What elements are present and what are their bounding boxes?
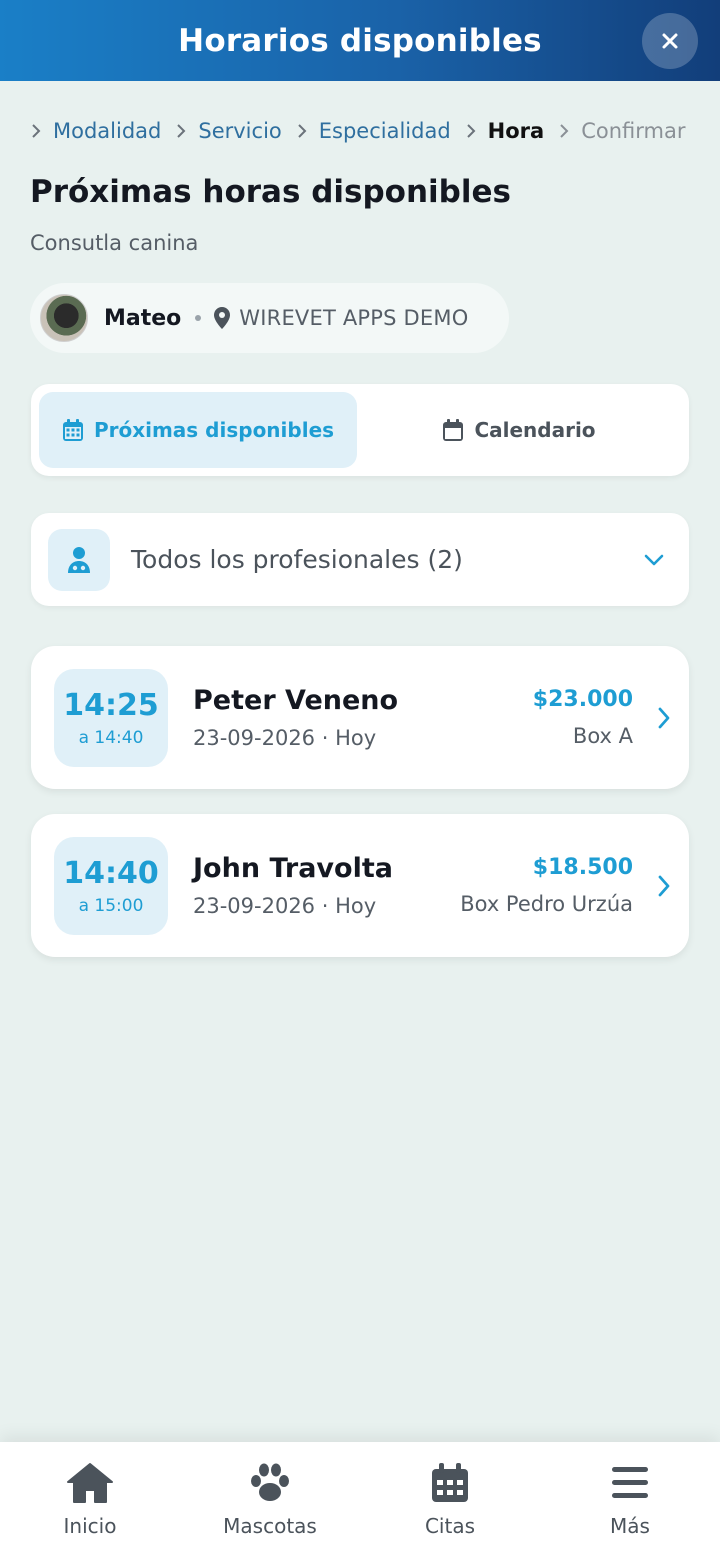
nav-item-citas[interactable]: Citas [360,1442,540,1558]
slot-date: 23-09-2026 · Hoy [193,894,377,918]
page-subtitle: Consutla canina [30,231,199,255]
nav-label: Más [610,1514,650,1538]
slot-professional: John Travolta [193,853,393,884]
breadcrumb-modalidad[interactable]: Modalidad [53,119,161,143]
pet-avatar [40,294,88,342]
clinic-name: WIREVET APPS DEMO [239,306,469,330]
close-icon [662,33,678,49]
slot-time-box: 14:25 a 14:40 [54,668,168,767]
nav-label: Mascotas [223,1514,317,1538]
bottom-navigation: Inicio Mascotas Citas Más [0,1442,720,1558]
nav-label: Citas [424,1514,476,1538]
slot-price: $23.000 [532,687,633,712]
chevron-down-icon [644,554,664,565]
tab-label: Calendario [474,418,596,442]
close-button[interactable] [642,13,698,69]
chevron-right-icon [30,123,53,139]
nav-label: Inicio [63,1514,117,1538]
nav-item-mascotas[interactable]: Mascotas [180,1442,360,1558]
professional-filter-dropdown[interactable]: Todos los profesionales (2) [31,513,689,606]
calendar-icon [432,1463,468,1502]
slot-right: $18.500 Box Pedro Urzúa [460,855,633,916]
calendar-grid-icon [62,419,83,441]
chevron-right-icon [658,707,670,728]
slot-end-time: a 15:00 [78,895,144,916]
page-title: Próximas horas disponibles [30,174,511,210]
nav-item-inicio[interactable]: Inicio [0,1442,180,1558]
slot-end-time: a 14:40 [78,727,144,748]
pet-chip: Mateo WIREVET APPS DEMO [30,283,509,353]
slot-start-time: 14:40 [63,855,159,891]
chevron-right-icon [658,875,670,896]
pet-name: Mateo [104,305,182,331]
breadcrumb-servicio[interactable]: Servicio [198,119,281,143]
home-icon [67,1463,113,1503]
slot-time-box: 14:40 a 15:00 [54,836,168,935]
header-title: Horarios disponibles [178,22,542,59]
time-slot-card[interactable]: 14:40 a 15:00 John Travolta 23-09-2026 ·… [31,814,689,957]
tab-calendario[interactable]: Calendario [357,392,681,468]
slot-date: 23-09-2026 · Hoy [193,726,377,750]
slot-professional: Peter Veneno [193,685,399,716]
chevron-right-icon [296,123,319,139]
filter-icon-box [48,528,110,591]
slot-right: $23.000 Box A [533,687,633,748]
slot-price: $18.500 [532,855,633,880]
slot-box: Box Pedro Urzúa [460,892,633,916]
calendar-icon [443,419,464,441]
slot-box: Box A [572,724,633,748]
menu-icon [612,1467,648,1498]
doctor-icon [68,546,90,573]
breadcrumb-especialidad[interactable]: Especialidad [319,119,451,143]
breadcrumb: Modalidad Servicio Especialidad Hora Con… [30,114,700,148]
filter-label: Todos los profesionales (2) [131,545,463,574]
nav-item-mas[interactable]: Más [540,1442,720,1558]
slot-info: John Travolta 23-09-2026 · Hoy [193,853,460,918]
chevron-right-icon [558,123,581,139]
tab-proximas-disponibles[interactable]: Próximas disponibles [39,392,357,468]
app-header: Horarios disponibles [0,0,720,81]
view-tabs: Próximas disponibles Calendario [31,384,689,476]
paw-icon [251,1463,289,1501]
location-pin-icon [214,307,231,329]
breadcrumb-hora: Hora [487,119,545,143]
breadcrumb-confirmar: Confirmar [581,119,686,143]
slot-info: Peter Veneno 23-09-2026 · Hoy [193,685,533,750]
chevron-right-icon [175,123,198,139]
chevron-right-icon [465,123,488,139]
separator-dot [195,315,202,321]
slot-start-time: 14:25 [63,687,159,723]
time-slot-card[interactable]: 14:25 a 14:40 Peter Veneno 23-09-2026 · … [31,646,689,789]
tab-label: Próximas disponibles [93,418,335,442]
